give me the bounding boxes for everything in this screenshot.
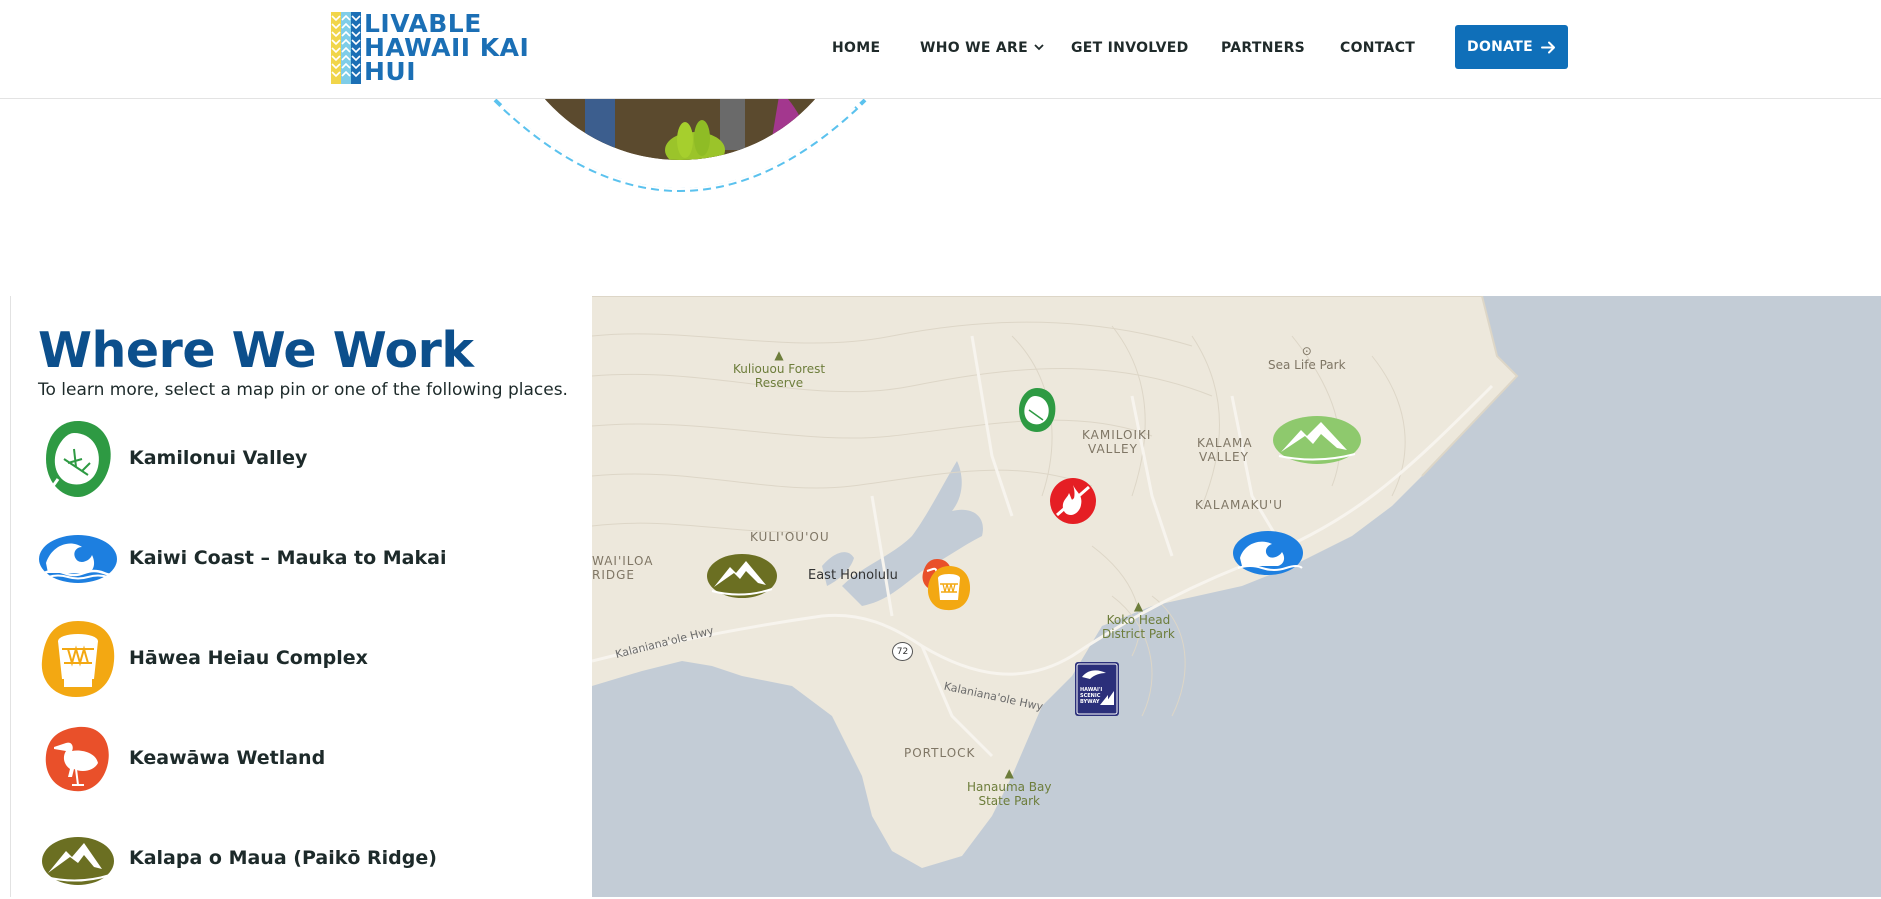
wave-icon	[1233, 531, 1303, 575]
nav-who-we-are-label: WHO WE ARE	[920, 40, 1028, 56]
place-item-kamilonui-valley[interactable]: Kamilonui Valley	[38, 419, 578, 499]
park-icon: ▲	[1133, 599, 1144, 613]
nav-partners[interactable]: PARTNERS	[1221, 40, 1305, 56]
map-area-label: KALAMA	[1197, 436, 1253, 450]
map-area-label: VALLEY	[1088, 442, 1138, 456]
park-icon: ⊙	[1301, 344, 1312, 358]
site-logo[interactable]: LIVABLE HAWAII KAI HUI	[331, 11, 531, 86]
bird-icon	[45, 726, 109, 792]
logo-wordmark: LIVABLE HAWAII KAI HUI	[364, 11, 529, 86]
map-park-label: ▲ Koko Head District Park	[1102, 599, 1175, 641]
logo-line-3: HUI	[364, 57, 417, 86]
mountain-icon	[1273, 416, 1361, 464]
place-label: Kamilonui Valley	[129, 447, 308, 469]
where-we-work-panel: Where We Work To learn more, select a ma…	[10, 296, 592, 897]
map-area-label: KAMILOIKI	[1082, 428, 1152, 442]
place-item-kaiwi-coast[interactable]: Kaiwi Coast – Mauka to Makai	[38, 519, 578, 599]
map-town-label: East Honolulu	[808, 568, 898, 583]
chevron-down-icon	[1034, 41, 1044, 54]
nav-home[interactable]: HOME	[832, 40, 880, 56]
wave-icon	[39, 535, 117, 583]
place-item-kalapa-o-maua[interactable]: Kalapa o Maua (Paikō Ridge)	[38, 819, 578, 899]
donate-button[interactable]: DONATE	[1455, 25, 1568, 69]
park-icon: ▲	[1004, 766, 1014, 780]
where-we-work-map[interactable]: KULI'OU'OU WAI'ILOA RIDGE KAMILOIKI VALL…	[592, 296, 1881, 897]
map-pin-fire[interactable]	[1049, 477, 1097, 529]
map-park-label: ▲ Kuliouou Forest Reserve	[733, 348, 825, 390]
taro-leaf-icon	[1019, 388, 1056, 432]
map-pin-kalapa-o-maua[interactable]	[706, 553, 778, 603]
logo-pattern-icon	[331, 12, 361, 84]
park-name: Koko Head	[1106, 613, 1171, 627]
section-title: Where We Work	[38, 322, 474, 379]
place-item-hawea-heiau-complex[interactable]: Hāwea Heiau Complex	[38, 619, 578, 699]
byway-line-3: BYWAY	[1080, 699, 1100, 705]
map-pin-kaiwi-coast[interactable]	[1232, 530, 1304, 580]
route-shield-icon: 72	[892, 642, 913, 661]
place-label: Keawāwa Wetland	[129, 747, 326, 769]
park-name: Reserve	[754, 376, 804, 390]
place-label: Kalapa o Maua (Paikō Ridge)	[129, 847, 437, 869]
place-label: Hāwea Heiau Complex	[129, 647, 368, 669]
map-area-label: RIDGE	[592, 568, 635, 582]
park-icon: ▲	[774, 348, 784, 362]
place-item-keawawa-wetland[interactable]: Keawāwa Wetland	[38, 719, 578, 799]
map-park-label: ▲ Hanauma Bay State Park	[967, 766, 1052, 808]
mountain-icon	[707, 554, 777, 598]
map-area-label: KULI'OU'OU	[750, 530, 830, 544]
park-name: State Park	[978, 794, 1040, 808]
park-name: Kuliouou Forest	[733, 362, 826, 376]
map-area-label: WAI'ILOA	[592, 554, 654, 568]
site-header: LIVABLE HAWAII KAI HUI HOME WHO WE ARE G…	[0, 0, 1881, 99]
route-number: 72	[896, 646, 909, 657]
map-pin-hawea-heiau[interactable]	[925, 564, 973, 616]
map-park-label: ⊙ Sea Life Park	[1268, 344, 1346, 372]
map-area-label: KALAMAKU'U	[1195, 498, 1284, 512]
map-pin-mountain-green[interactable]	[1271, 414, 1363, 470]
place-label: Kaiwi Coast – Mauka to Makai	[129, 547, 447, 569]
fire-icon	[1050, 478, 1096, 524]
map-pin-kamilonui-valley[interactable]	[1015, 386, 1059, 438]
mountain-icon	[42, 837, 114, 885]
nav-who-we-are[interactable]: WHO WE ARE	[920, 40, 1044, 56]
drum-icon	[927, 566, 971, 611]
nav-contact[interactable]: CONTACT	[1340, 40, 1415, 56]
map-pin-scenic-byway[interactable]: HAWAI'I SCENIC BYWAY	[1074, 661, 1120, 721]
map-area-label: VALLEY	[1199, 450, 1249, 464]
nav-get-involved[interactable]: GET INVOLVED	[1071, 40, 1189, 56]
scenic-byway-sign-icon: HAWAI'I SCENIC BYWAY	[1075, 662, 1119, 716]
taro-leaf-icon	[46, 421, 111, 497]
map-area-label: PORTLOCK	[904, 746, 976, 760]
park-name: Hanauma Bay	[967, 780, 1052, 794]
park-name: District Park	[1102, 627, 1175, 641]
drum-icon	[41, 621, 115, 697]
donate-label: DONATE	[1467, 39, 1533, 55]
park-name: Sea Life Park	[1268, 358, 1346, 372]
section-subtitle: To learn more, select a map pin or one o…	[38, 380, 568, 400]
arrow-right-icon	[1540, 41, 1555, 53]
